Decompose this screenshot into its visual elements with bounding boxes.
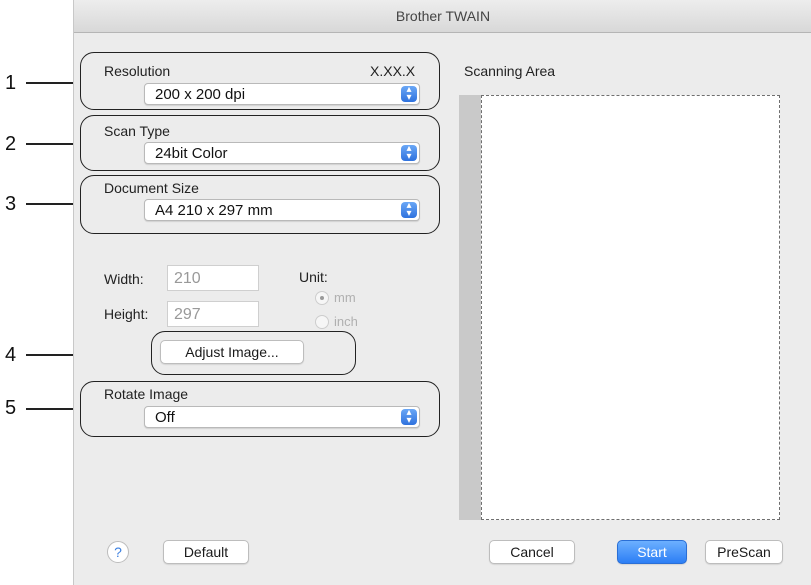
rotate-image-label: Rotate Image <box>104 386 189 402</box>
unit-inch-label: inch <box>334 314 358 329</box>
popup-arrows-icon: ▴ ▾ <box>401 201 417 219</box>
document-size-select[interactable]: A4 210 x 297 mm ▴ ▾ <box>144 199 420 221</box>
document-size-select-value: A4 210 x 297 mm <box>155 202 273 219</box>
brother-twain-window: Brother TWAIN Resolution X.XX.X 200 x 20… <box>73 0 811 585</box>
scan-type-select[interactable]: 24bit Color ▴ ▾ <box>144 142 420 164</box>
callout-leader-3 <box>26 203 80 205</box>
adjust-image-button[interactable]: Adjust Image... <box>160 340 304 364</box>
scan-type-label: Scan Type <box>104 123 170 139</box>
version-label: X.XX.X <box>370 63 416 79</box>
callout-number-1: 1 <box>5 72 17 94</box>
height-input[interactable]: 297 <box>167 301 259 327</box>
callout-number-4: 4 <box>5 344 17 366</box>
unit-inch-radio[interactable] <box>315 315 329 329</box>
unit-mm-label: mm <box>334 290 356 305</box>
popup-arrows-icon: ▴ ▾ <box>401 144 417 162</box>
callout-number-5: 5 <box>5 397 17 419</box>
document-size-label: Document Size <box>104 180 199 196</box>
scan-page-outline[interactable] <box>481 95 780 520</box>
prescan-button[interactable]: PreScan <box>705 540 783 564</box>
resolution-label: Resolution <box>104 63 171 79</box>
callout-leader-2 <box>26 143 80 145</box>
resolution-select[interactable]: 200 x 200 dpi ▴ ▾ <box>144 83 420 105</box>
rotate-image-select[interactable]: Off ▴ ▾ <box>144 406 420 428</box>
unit-mm-radio[interactable] <box>315 291 329 305</box>
cancel-button[interactable]: Cancel <box>489 540 575 564</box>
width-input[interactable]: 210 <box>167 265 259 291</box>
default-button[interactable]: Default <box>163 540 249 564</box>
scanning-area-preview[interactable] <box>459 95 780 520</box>
callout-number-3: 3 <box>5 193 17 215</box>
height-label: Height: <box>104 306 149 322</box>
rotate-image-select-value: Off <box>155 409 175 426</box>
window-title: Brother TWAIN <box>74 0 811 33</box>
callout-leader-1 <box>26 82 80 84</box>
callout-number-2: 2 <box>5 133 17 155</box>
scanning-area-label: Scanning Area <box>464 63 556 79</box>
popup-arrows-icon: ▴ ▾ <box>401 408 417 426</box>
help-button[interactable]: ? <box>107 541 129 563</box>
width-label: Width: <box>104 271 144 287</box>
start-button[interactable]: Start <box>617 540 687 564</box>
popup-arrows-icon: ▴ ▾ <box>401 85 417 103</box>
scan-type-select-value: 24bit Color <box>155 145 228 162</box>
unit-label: Unit: <box>299 269 328 285</box>
callout-leader-5 <box>26 408 80 410</box>
resolution-select-value: 200 x 200 dpi <box>155 86 246 103</box>
